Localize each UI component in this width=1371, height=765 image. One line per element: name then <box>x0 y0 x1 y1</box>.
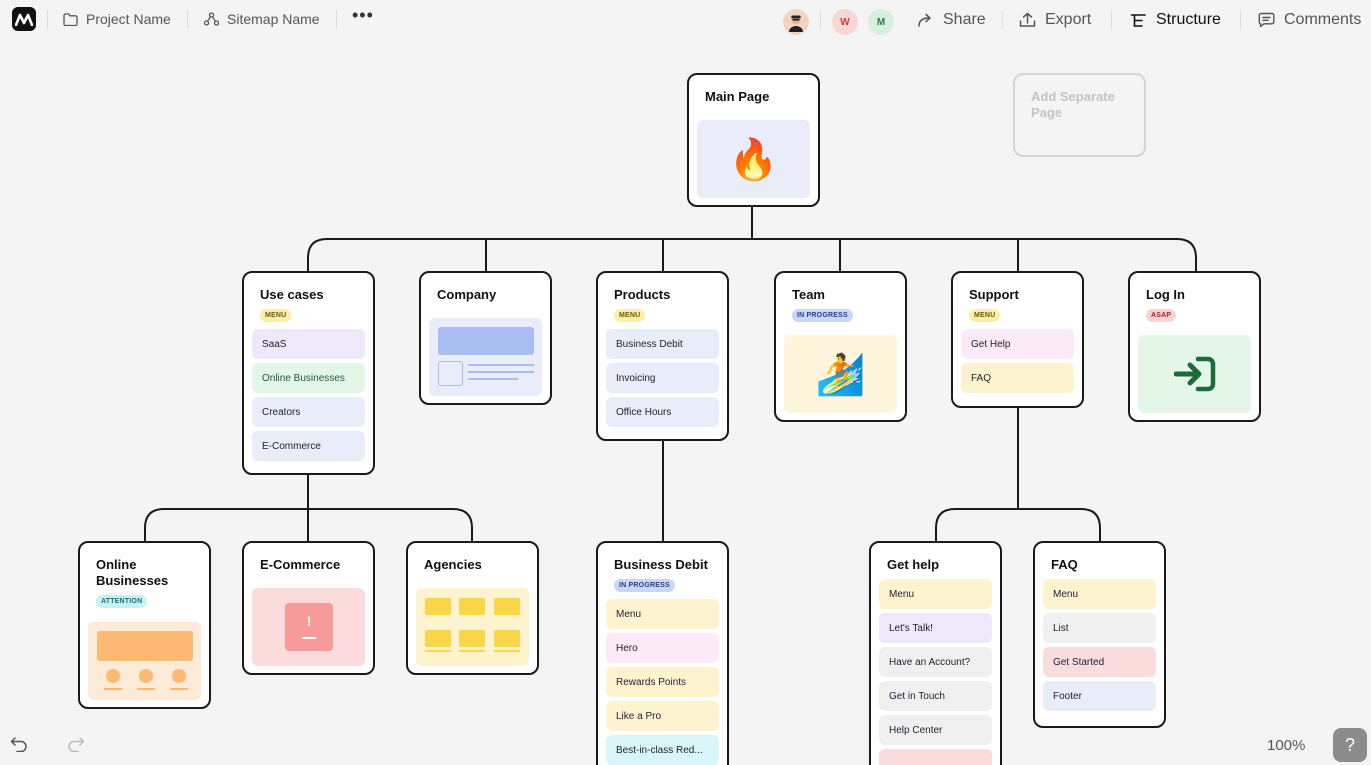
card-title: Log In <box>1146 287 1185 302</box>
log-in-card[interactable]: Log In ASAP <box>1128 271 1261 422</box>
asap-badge: ASAP <box>1146 309 1177 322</box>
list-item[interactable]: Office Hours <box>606 397 719 427</box>
menu-badge: MENU <box>969 309 1001 322</box>
list-item[interactable]: Business Debit <box>606 329 719 359</box>
card-title: Products <box>614 287 671 302</box>
list-item[interactable]: Invoicing <box>606 363 719 393</box>
list-item[interactable]: Get Help <box>961 329 1074 359</box>
list-item[interactable]: Get in Touch <box>879 681 992 711</box>
card-title: Team <box>792 287 825 302</box>
attention-badge: ATTENTION <box>96 595 148 608</box>
in-progress-badge: IN PROGRESS <box>614 579 675 592</box>
alert-thumbnail: ! <box>252 588 365 666</box>
help-button[interactable]: ? <box>1333 728 1367 762</box>
add-separate-page-button[interactable]: Add Separate Page <box>1013 73 1146 157</box>
card-title: Get help <box>887 557 940 572</box>
in-progress-badge: IN PROGRESS <box>792 309 853 322</box>
redo-icon[interactable] <box>67 736 85 757</box>
list-item[interactable]: Let's Talk! <box>879 613 992 643</box>
list-item[interactable]: Get Started <box>1043 647 1156 677</box>
add-separate-page-label: Add Separate Page <box>1031 89 1115 120</box>
main-page-title: Main Page <box>705 89 770 104</box>
use-cases-card[interactable]: Use cases MENU SaaS Online Businesses Cr… <box>242 271 375 475</box>
list-item[interactable]: Menu <box>879 579 992 609</box>
list-item[interactable]: Hero <box>606 633 719 663</box>
menu-badge: MENU <box>260 309 292 322</box>
list-item[interactable]: E-Commerce <box>252 431 365 461</box>
card-title: Agencies <box>424 557 482 572</box>
menu-badge: MENU <box>614 309 646 322</box>
card-title: Business Debit <box>614 557 708 572</box>
card-title: Support <box>969 287 1019 302</box>
surfer-icon: 🏄 <box>784 335 897 413</box>
list-item[interactable]: Help Center <box>879 715 992 745</box>
faq-card[interactable]: FAQ Menu List Get Started Footer <box>1033 541 1166 728</box>
page-layout-thumbnail <box>429 318 542 396</box>
support-card[interactable]: Support MENU Get Help FAQ <box>951 271 1084 408</box>
zoom-level[interactable]: 100% <box>1267 737 1305 754</box>
list-item[interactable]: List <box>1043 613 1156 643</box>
company-card[interactable]: Company <box>419 271 552 405</box>
agencies-card[interactable]: Agencies <box>406 541 539 675</box>
list-item[interactable]: Online Businesses <box>252 363 365 393</box>
online-businesses-card[interactable]: Online Businesses ATTENTION <box>78 541 211 709</box>
fire-icon: 🔥 <box>697 120 810 198</box>
list-item[interactable]: Footer <box>1043 681 1156 711</box>
products-card[interactable]: Products MENU Business Debit Invoicing O… <box>596 271 729 441</box>
e-commerce-card[interactable]: E-Commerce ! <box>242 541 375 675</box>
team-card[interactable]: Team IN PROGRESS 🏄 <box>774 271 907 422</box>
alert-glyph: ! <box>306 613 312 629</box>
list-item[interactable]: Menu <box>606 599 719 629</box>
grid-thumbnail <box>416 588 529 666</box>
list-item[interactable]: Menu <box>1043 579 1156 609</box>
list-item[interactable]: SaaS <box>252 329 365 359</box>
page-layout-thumbnail <box>88 622 201 700</box>
card-title: Company <box>437 287 497 302</box>
list-item[interactable] <box>879 749 992 765</box>
list-item[interactable]: Have an Account? <box>879 647 992 677</box>
get-help-card[interactable]: Get help Menu Let's Talk! Have an Accoun… <box>869 541 1002 765</box>
business-debit-card[interactable]: Business Debit IN PROGRESS Menu Hero Rew… <box>596 541 729 765</box>
card-title: Online Businesses <box>96 557 169 588</box>
list-item[interactable]: Rewards Points <box>606 667 719 697</box>
login-icon <box>1138 335 1251 413</box>
list-item[interactable]: Best-in-class Red... <box>606 735 719 765</box>
card-title: Use cases <box>260 287 324 302</box>
alert-icon: ! <box>285 603 333 651</box>
card-title: FAQ <box>1051 557 1078 572</box>
list-item[interactable]: Like a Pro <box>606 701 719 731</box>
card-title: E-Commerce <box>260 557 341 572</box>
main-page-card[interactable]: Main Page 🔥 <box>687 73 820 207</box>
list-item[interactable]: FAQ <box>961 363 1074 393</box>
list-item[interactable]: Creators <box>252 397 365 427</box>
undo-icon[interactable] <box>10 736 28 757</box>
